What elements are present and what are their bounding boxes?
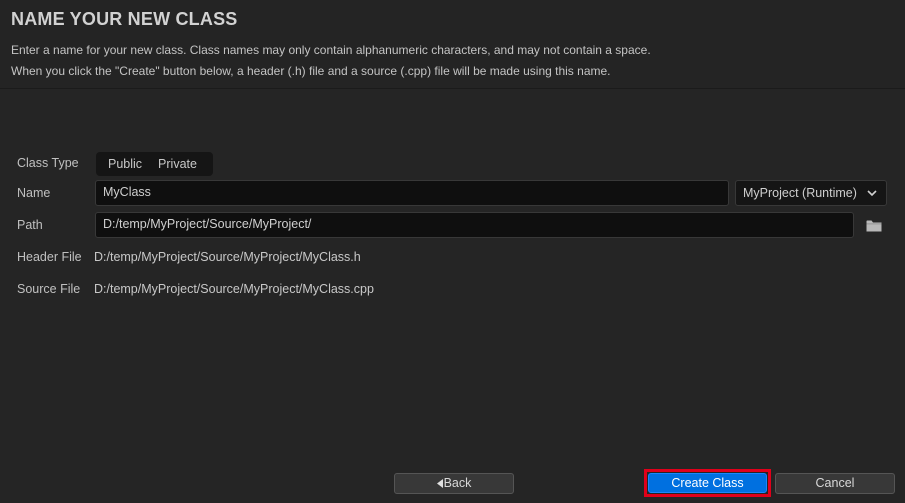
path-label: Path bbox=[17, 218, 43, 232]
description-line-1: Enter a name for your new class. Class n… bbox=[11, 43, 651, 57]
new-class-dialog: NAME YOUR NEW CLASS Enter a name for you… bbox=[0, 0, 905, 503]
cancel-button[interactable]: Cancel bbox=[775, 473, 895, 494]
back-button-label: Back bbox=[443, 476, 472, 490]
class-type-selector[interactable]: Public Private bbox=[96, 152, 213, 176]
class-type-label: Class Type bbox=[17, 156, 79, 170]
source-file-value: D:/temp/MyProject/Source/MyProject/MyCla… bbox=[94, 282, 374, 296]
class-type-private-option[interactable]: Private bbox=[142, 157, 197, 171]
module-dropdown[interactable]: MyProject (Runtime) bbox=[735, 180, 887, 206]
source-file-label: Source File bbox=[17, 282, 81, 296]
class-name-input[interactable]: MyClass bbox=[95, 180, 729, 206]
header-file-label: Header File bbox=[17, 250, 82, 264]
description-line-2: When you click the "Create" button below… bbox=[11, 64, 611, 78]
dialog-title: NAME YOUR NEW CLASS bbox=[11, 9, 238, 29]
back-button[interactable]: Back bbox=[394, 473, 514, 494]
chevron-left-icon bbox=[436, 478, 443, 488]
path-input[interactable]: D:/temp/MyProject/Source/MyProject/ bbox=[95, 212, 854, 238]
folder-icon[interactable] bbox=[866, 219, 882, 232]
class-type-public-option[interactable]: Public bbox=[96, 157, 142, 171]
dialog-header: NAME YOUR NEW CLASS Enter a name for you… bbox=[0, 0, 905, 89]
create-class-button[interactable]: Create Class bbox=[648, 473, 767, 493]
name-label: Name bbox=[17, 186, 51, 200]
module-dropdown-value: MyProject (Runtime) bbox=[743, 186, 857, 200]
chevron-down-icon bbox=[867, 190, 877, 197]
header-file-value: D:/temp/MyProject/Source/MyProject/MyCla… bbox=[94, 250, 361, 264]
